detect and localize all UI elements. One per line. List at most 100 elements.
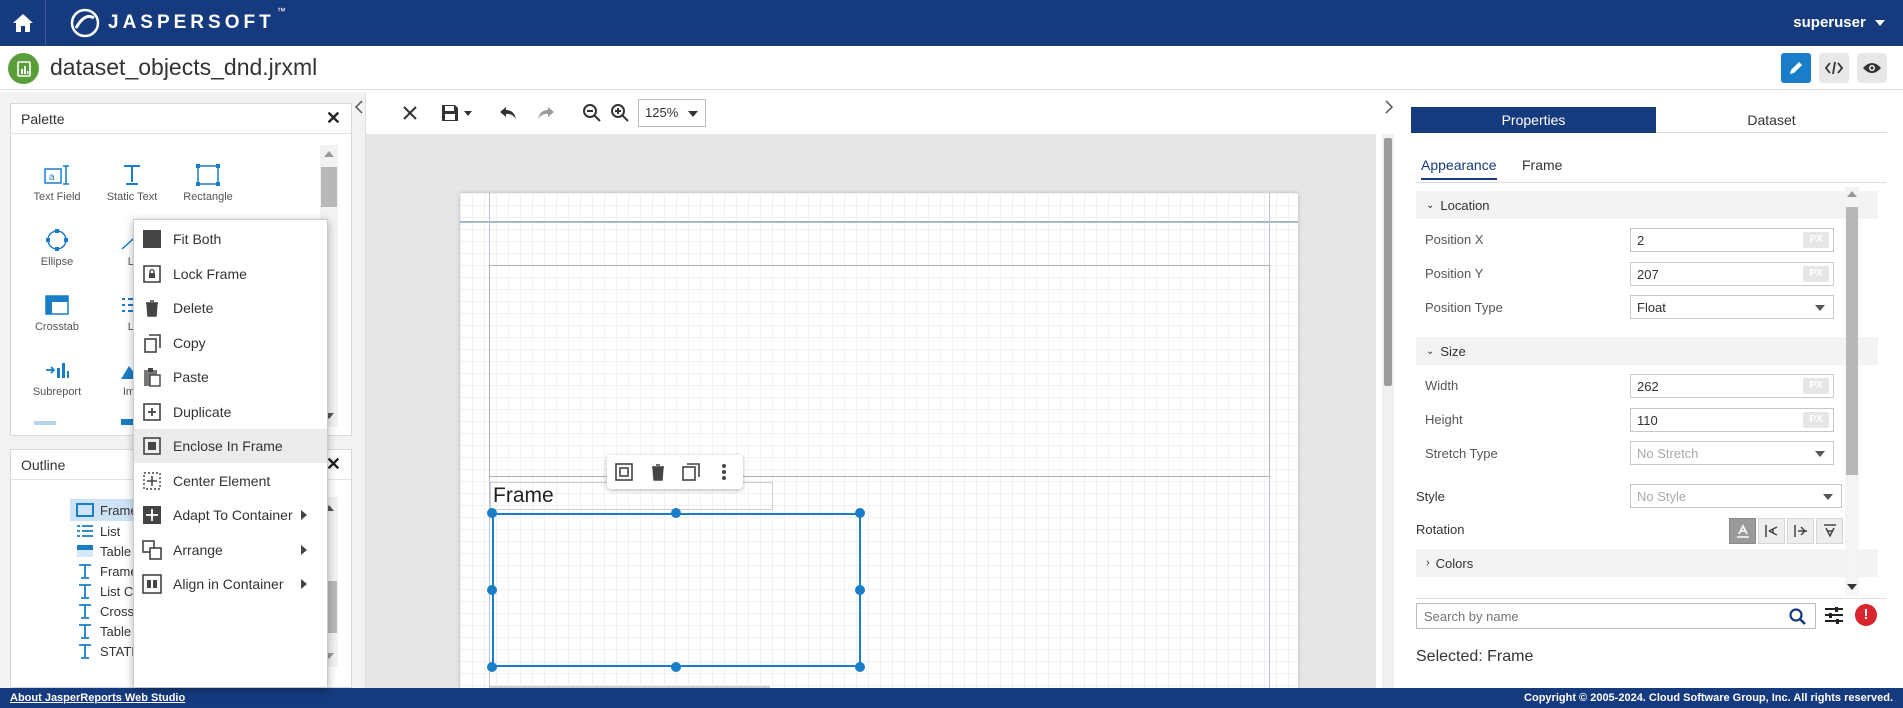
chevron-left-icon (354, 100, 363, 114)
design-view-button[interactable] (1781, 53, 1811, 83)
style-select[interactable]: No Style (1630, 484, 1842, 508)
right-collapse-strip[interactable] (1380, 92, 1396, 134)
source-view-button[interactable] (1819, 53, 1849, 83)
section-colors[interactable]: › Colors (1416, 549, 1878, 577)
resize-handle-nw[interactable] (487, 508, 497, 518)
more-button[interactable] (713, 462, 735, 482)
chevron-right-icon (301, 545, 307, 555)
menu-item-adapt-to-container[interactable]: Adapt To Container (134, 498, 327, 532)
menu-item-label: Arrange (173, 542, 223, 558)
position-x-input[interactable]: 2 PX (1630, 228, 1834, 252)
logo-text: JASPERSOFT (108, 12, 275, 33)
search-icon[interactable] (1789, 608, 1807, 626)
unit-badge: PX (1803, 378, 1829, 394)
palette-item-ellipse[interactable]: Ellipse (22, 220, 92, 268)
palette-item-text-field[interactable]: a Text Field (22, 155, 92, 203)
canvas-scrollbar-thumb[interactable] (1384, 138, 1392, 386)
tab-properties[interactable]: Properties (1411, 107, 1656, 133)
resize-handle-sw[interactable] (487, 662, 497, 672)
adapt-icon (141, 504, 163, 526)
outline-row-list-text[interactable]: List Co (76, 581, 140, 601)
resize-handle-se[interactable] (855, 662, 865, 672)
rotation-none-button[interactable] (1729, 518, 1756, 544)
zoom-select[interactable]: 125% (638, 99, 706, 127)
home-button[interactable] (0, 0, 46, 46)
rotation-left-button[interactable] (1758, 518, 1785, 544)
zoom-out-button[interactable] (578, 100, 606, 126)
filter-settings-button[interactable] (1822, 603, 1846, 627)
outline-row-table-text[interactable]: Table (76, 621, 131, 641)
resize-handle-n[interactable] (671, 508, 681, 518)
section-size[interactable]: ⌄ Size (1416, 337, 1878, 365)
enclose-frame-icon (141, 435, 163, 457)
about-link[interactable]: About JasperReports Web Studio (10, 692, 185, 704)
menu-item-fit-both[interactable]: Fit Both (134, 222, 327, 256)
subtab-appearance[interactable]: Appearance (1421, 157, 1497, 180)
preview-button[interactable] (1857, 53, 1887, 83)
outline-row-crosstab-text[interactable]: Crosst (76, 601, 138, 621)
rotation-right-button[interactable] (1787, 518, 1814, 544)
palette-item-subreport[interactable]: Subreport (22, 350, 92, 398)
designer-toolbar: 125% (366, 92, 1376, 134)
more-vertical-icon (722, 464, 726, 480)
selected-frame[interactable] (492, 513, 861, 667)
resize-handle-s[interactable] (671, 662, 681, 672)
close-icon[interactable]: ✕ (326, 454, 341, 475)
resize-handle-w[interactable] (487, 585, 497, 595)
height-input[interactable]: 110 PX (1630, 408, 1834, 432)
save-button[interactable] (436, 100, 476, 126)
zoom-in-button[interactable] (606, 100, 634, 126)
delete-button[interactable] (647, 462, 669, 482)
palette-item-static-text[interactable]: Static Text (97, 155, 167, 203)
stretch-type-select[interactable]: No Stretch (1630, 441, 1834, 465)
enclose-in-frame-button[interactable] (613, 462, 635, 482)
menu-item-paste[interactable]: Paste (134, 360, 327, 394)
width-input[interactable]: 262 PX (1630, 374, 1834, 398)
outline-row-frame[interactable]: Frame (76, 500, 138, 520)
menu-item-label: Copy (173, 335, 206, 351)
section-location[interactable]: ⌄ Location (1416, 191, 1878, 219)
user-menu[interactable]: superuser (1793, 14, 1885, 31)
menu-item-delete[interactable]: Delete (134, 291, 327, 325)
close-icon[interactable]: ✕ (326, 108, 341, 129)
copyright-text: Copyright © 2005-2024. Cloud Software Gr… (1524, 692, 1893, 704)
eye-icon (1863, 63, 1881, 73)
menu-item-center-element[interactable]: Center Element (134, 464, 327, 498)
resize-handle-e[interactable] (855, 585, 865, 595)
rotation-label: Rotation (1416, 522, 1465, 537)
position-y-input[interactable]: 207 PX (1630, 262, 1834, 286)
error-indicator-icon[interactable]: ! (1855, 604, 1877, 626)
undo-button[interactable] (494, 100, 522, 126)
menu-item-align-in-container[interactable]: Align in Container (134, 567, 327, 601)
rotation-upside-down-button[interactable] (1816, 518, 1843, 544)
table-element[interactable] (489, 265, 1270, 477)
outline-row-table[interactable]: Table (76, 541, 131, 561)
position-y-label: Position Y (1425, 266, 1484, 281)
resize-handle-ne[interactable] (855, 508, 865, 518)
outline-title: Outline (21, 456, 66, 473)
menu-item-enclose-in-frame[interactable]: Enclose In Frame (134, 429, 327, 463)
position-type-label: Position Type (1425, 300, 1503, 315)
pencil-icon (1790, 62, 1802, 74)
rotation-left-icon (1764, 525, 1777, 537)
property-search-field[interactable] (1416, 603, 1816, 629)
tab-dataset[interactable]: Dataset (1656, 107, 1887, 133)
menu-item-lock-frame[interactable]: Lock Frame (134, 257, 327, 291)
left-collapse-strip[interactable] (352, 92, 366, 688)
menu-item-duplicate[interactable]: Duplicate (134, 395, 327, 429)
palette-item-rectangle[interactable]: Rectangle (173, 155, 243, 203)
outline-row-frame-text[interactable]: Frame (76, 561, 138, 581)
position-type-select[interactable]: Float (1630, 295, 1834, 319)
redo-button[interactable] (532, 100, 560, 126)
menu-item-arrange[interactable]: Arrange (134, 533, 327, 567)
duplicate-button[interactable] (680, 462, 702, 482)
close-button[interactable] (396, 100, 424, 126)
property-search-input[interactable] (1417, 604, 1777, 628)
subtab-frame[interactable]: Frame (1522, 157, 1562, 173)
palette-item-crosstab[interactable]: Crosstab (22, 285, 92, 333)
selected-element-label: Selected: Frame (1416, 648, 1534, 665)
menu-item-copy[interactable]: Copy (134, 326, 327, 360)
properties-scrollbar[interactable] (1845, 187, 1859, 595)
divider (1416, 182, 1886, 183)
outline-row-list[interactable]: List (76, 521, 120, 541)
